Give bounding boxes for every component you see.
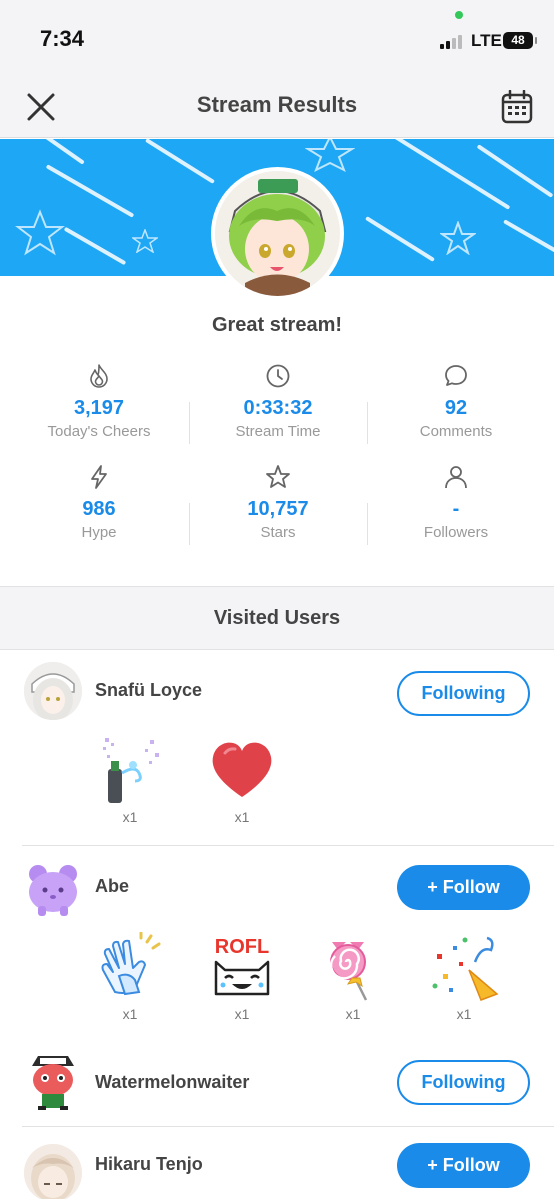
stat-comments: 92 Comments: [366, 363, 546, 440]
streamer-avatar: [211, 167, 344, 300]
visited-user-row: Hikaru Tenjo + Follow: [0, 1130, 554, 1199]
user-name[interactable]: Snafü Loyce: [95, 680, 202, 701]
calendar-button[interactable]: [501, 89, 533, 124]
stat-label: Hype: [81, 524, 117, 541]
party-popper-gift-icon: [432, 936, 499, 1001]
clapping-hands-gift-icon: [101, 932, 161, 996]
clock-icon: [266, 364, 290, 388]
stat-value: 986: [82, 498, 116, 520]
battery-icon: 48: [503, 32, 537, 49]
lightning-icon: [91, 465, 107, 489]
network-label: LTE: [471, 31, 502, 50]
stream-headline: Great stream!: [211, 314, 343, 336]
avatar[interactable]: [24, 1052, 82, 1110]
header: Stream Results: [0, 78, 554, 138]
stat-stream-time: 0:33:32 Stream Time: [188, 363, 368, 440]
gift-count: x1: [345, 1006, 361, 1022]
bottle-sparkle-gift-icon: [103, 738, 159, 803]
stat-label: Followers: [423, 524, 489, 541]
rofl-text: ROFL: [215, 936, 269, 958]
avatar[interactable]: [24, 662, 82, 720]
avatar-image: [24, 662, 82, 720]
stat-todays-cheers: 3,197 Today's Cheers: [9, 363, 189, 440]
heart-gift-icon: [212, 742, 272, 797]
avatar[interactable]: [24, 1144, 82, 1199]
gift-count: x1: [122, 809, 138, 825]
user-name[interactable]: Hikaru Tenjo: [95, 1154, 203, 1175]
stat-label: Today's Cheers: [47, 423, 151, 440]
following-button[interactable]: Following: [397, 1060, 530, 1105]
gift-count: x1: [122, 1006, 138, 1022]
stat-value: 0:33:32: [243, 397, 313, 419]
page-title: Stream Results: [196, 92, 358, 117]
stat-value: 3,197: [73, 397, 125, 419]
gift-count: x1: [234, 809, 250, 825]
follow-button[interactable]: + Follow: [397, 1143, 530, 1188]
stat-value: -: [452, 498, 460, 520]
star-decoration-icon: [305, 139, 355, 172]
gift-item: x1: [313, 932, 393, 1022]
gift-item: x1: [90, 735, 170, 825]
flame-icon: [90, 364, 108, 388]
stat-value: 10,757: [247, 498, 309, 520]
stat-label: Stars: [260, 524, 296, 541]
star-decoration-icon: [15, 209, 65, 256]
following-button[interactable]: Following: [397, 671, 530, 716]
gift-item: x1: [202, 735, 282, 825]
status-bar: 7:34 LTE 48: [0, 0, 554, 78]
avatar-image: [29, 865, 77, 916]
streamer-avatar-image: [215, 171, 340, 296]
visited-users-header: Visited Users: [0, 586, 554, 650]
avatar-image: [24, 1144, 82, 1199]
star-decoration-icon: [440, 221, 476, 255]
user-name[interactable]: Watermelonwaiter: [95, 1072, 249, 1093]
star-decoration-icon: [132, 229, 158, 253]
rofl-cat-gift-icon: ROFL: [214, 936, 270, 996]
stat-label: Stream Time: [235, 423, 321, 440]
stat-hype: 986 Hype: [9, 464, 189, 541]
visited-user-row: Watermelonwaiter Following: [0, 1050, 554, 1120]
section-title: Visited Users: [213, 607, 341, 629]
signal-icon: [440, 35, 466, 49]
visited-user-row: Abe + Follow x1 ROFL x1 x1 x1: [0, 846, 554, 1046]
stat-label: Comments: [419, 423, 493, 440]
status-time: 7:34: [40, 26, 85, 51]
gift-item: x1: [424, 932, 504, 1022]
privacy-indicator-dot: [455, 11, 463, 19]
visited-user-row: Snafü Loyce Following x1 x1: [0, 650, 554, 845]
gift-item: ROFL x1: [202, 932, 282, 1022]
lollipop-gift-icon: [329, 942, 368, 1001]
stat-value: 92: [444, 397, 468, 419]
gift-count: x1: [234, 1006, 250, 1022]
stat-followers: - Followers: [366, 464, 546, 541]
star-icon: [266, 465, 290, 488]
user-name[interactable]: Abe: [95, 876, 129, 897]
comment-icon: [445, 365, 467, 386]
stat-stars: 10,757 Stars: [188, 464, 368, 541]
gift-item: x1: [90, 932, 170, 1022]
avatar[interactable]: [24, 860, 82, 918]
calendar-icon: [501, 89, 533, 124]
gift-count: x1: [456, 1006, 472, 1022]
avatar-image: [32, 1056, 74, 1110]
follow-button[interactable]: + Follow: [397, 865, 530, 910]
person-icon: [445, 466, 467, 489]
